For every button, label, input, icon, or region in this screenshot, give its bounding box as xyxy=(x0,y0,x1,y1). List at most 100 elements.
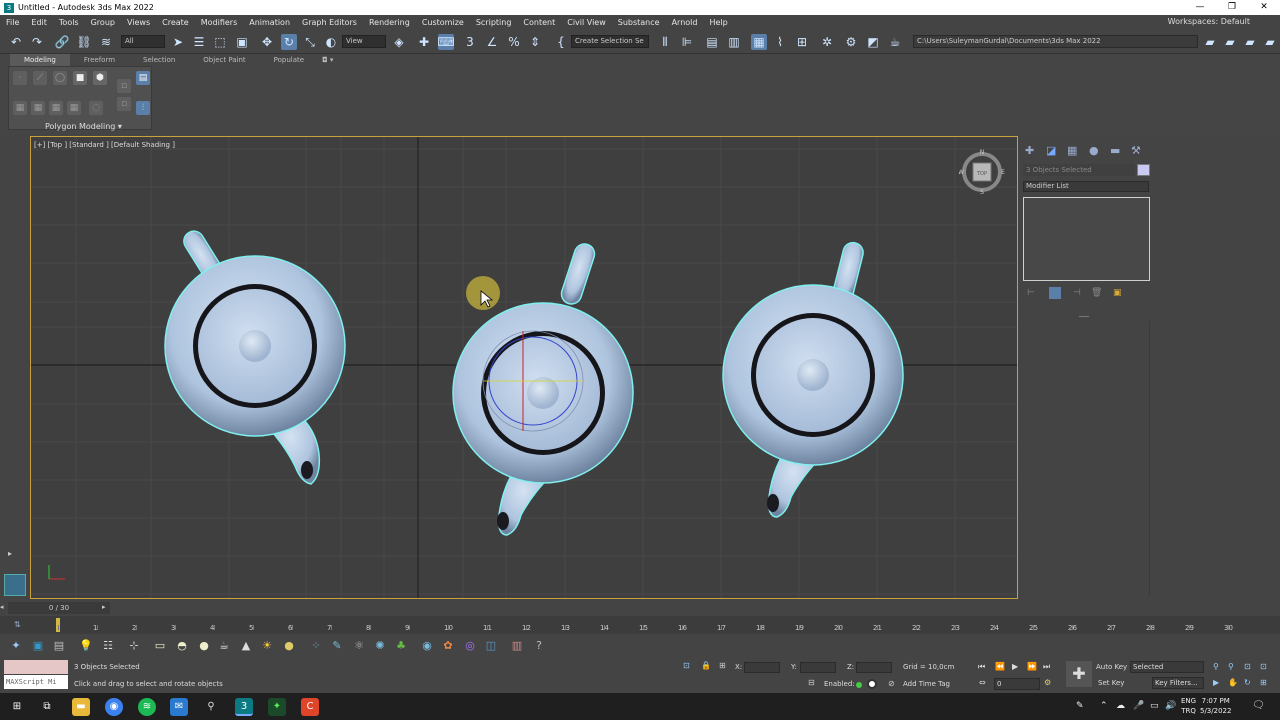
display-panel-icon[interactable]: ▬ xyxy=(1110,144,1120,157)
menu-edit[interactable]: Edit xyxy=(25,18,53,27)
ignore-backfacing-icon[interactable]: ◌ xyxy=(89,101,103,115)
menu-modifiers[interactable]: Modifiers xyxy=(195,18,244,27)
key-filters-button[interactable]: Key Filters... xyxy=(1152,677,1204,689)
snap-toggle-icon[interactable]: 3 xyxy=(462,34,478,50)
maximize-viewport-icon[interactable]: ⊞ xyxy=(1260,678,1267,687)
menu-tools[interactable]: Tools xyxy=(53,18,85,27)
pan-icon[interactable]: ✋ xyxy=(1228,678,1238,687)
scripting-icon[interactable]: ▥ xyxy=(509,638,525,654)
spotify-icon[interactable]: ≋ xyxy=(138,698,156,716)
key-mode-dropdown[interactable]: Selected xyxy=(1130,661,1204,673)
material-editor-icon[interactable]: ✲ xyxy=(819,34,835,50)
menu-file[interactable]: File xyxy=(0,18,25,27)
time-tag-icon[interactable]: ⊘ xyxy=(888,679,895,688)
maximize-button[interactable]: ❐ xyxy=(1216,0,1248,15)
zoom-all-icon[interactable]: ⚲ xyxy=(1228,662,1234,671)
current-frame-field[interactable]: 0 xyxy=(994,678,1040,690)
time-slider[interactable]: 0 / 30 xyxy=(8,602,110,614)
reference-coord-dropdown[interactable]: View xyxy=(342,35,386,48)
tab-object-paint[interactable]: Object Paint xyxy=(189,54,259,66)
polygon-modeling-label[interactable]: Polygon Modeling ▾ xyxy=(45,122,122,131)
tab-selection[interactable]: Selection xyxy=(129,54,189,66)
hierarchy-panel-icon[interactable]: ▦ xyxy=(1067,144,1077,157)
menu-arnold[interactable]: Arnold xyxy=(666,18,704,27)
configure-sets-icon[interactable]: ▣ xyxy=(1113,288,1122,298)
app-red-icon[interactable]: C xyxy=(301,698,319,716)
tab-freeform[interactable]: Freeform xyxy=(70,54,129,66)
edge-mode-icon[interactable]: ⟋ xyxy=(33,71,47,85)
make-unique-icon[interactable]: ⊣ xyxy=(1073,288,1081,298)
maxscript-listener-output[interactable] xyxy=(4,660,68,674)
preview-off-icon[interactable]: ▦ xyxy=(31,101,45,115)
z-coord-field[interactable] xyxy=(856,662,892,673)
element-mode-icon[interactable]: ⬢ xyxy=(93,71,107,85)
vertex-mode-icon[interactable]: · xyxy=(13,71,27,85)
curve-editor-icon[interactable]: ⌇ xyxy=(772,34,788,50)
y-coord-field[interactable] xyxy=(800,662,836,673)
menu-group[interactable]: Group xyxy=(85,18,121,27)
menu-help[interactable]: Help xyxy=(703,18,733,27)
people-icon[interactable]: ✎ xyxy=(1076,701,1084,711)
modifier-stack[interactable] xyxy=(1023,197,1150,281)
pin-stack-icon[interactable]: ⫶ xyxy=(136,101,150,115)
named-selection-icon[interactable]: { xyxy=(553,34,569,50)
lightbulb-icon[interactable]: 💡 xyxy=(78,638,94,654)
modifier-list-dropdown[interactable]: Modifier List xyxy=(1023,181,1149,192)
maps-pin-icon[interactable]: ⚲ xyxy=(202,698,220,716)
move-icon[interactable]: ✥ xyxy=(259,34,275,50)
maxscript-mini-listener[interactable]: MAXScript Mi xyxy=(4,675,68,689)
object-name-field[interactable]: 3 Objects Selected xyxy=(1023,164,1135,176)
windows-start-icon[interactable]: ⊞ xyxy=(8,698,26,716)
open-folder-icon[interactable]: ▰ xyxy=(1242,34,1258,50)
viewcube[interactable]: TOP N S E W xyxy=(958,149,1005,196)
set-key-big-icon[interactable]: ✚ xyxy=(1066,661,1092,687)
select-by-name-icon[interactable]: ☰ xyxy=(191,34,207,50)
file-explorer-icon[interactable]: ▬ xyxy=(72,698,90,716)
render-view-icon[interactable]: ◫ xyxy=(483,638,499,654)
ribbon-options-icon[interactable]: ◘ ▾ xyxy=(318,54,337,66)
project-settings-icon[interactable]: ▰ xyxy=(1262,34,1278,50)
set-key-button[interactable]: Set Key xyxy=(1098,679,1124,687)
time-config-icon[interactable]: ⚙ xyxy=(1044,678,1051,687)
modify-mode-icon[interactable]: ▦ xyxy=(13,101,27,115)
project-path-field[interactable]: C:\Users\SuleymanGurdal\Documents\3ds Ma… xyxy=(913,35,1198,48)
zoom-icon[interactable]: ⚲ xyxy=(1213,662,1219,671)
sphere-light-icon[interactable]: ● xyxy=(281,638,297,654)
use-displacement-icon[interactable]: ▫ xyxy=(117,97,131,111)
photoshop-icon[interactable]: ▣ xyxy=(30,638,46,654)
menu-animation[interactable]: Animation xyxy=(243,18,296,27)
render-setup-icon[interactable]: ⚙ xyxy=(843,34,859,50)
auto-key-button[interactable]: Auto Key xyxy=(1096,663,1127,671)
create-panel-icon[interactable]: ✚ xyxy=(1025,144,1034,157)
pin-stack-icon[interactable]: ⊢ xyxy=(1027,288,1035,298)
preview-sub-icon[interactable]: ▦ xyxy=(49,101,63,115)
layer-explorer-icon[interactable]: ▥ xyxy=(726,34,742,50)
go-to-start-icon[interactable]: ⏮ xyxy=(978,662,985,672)
3ds-max-taskbar-icon[interactable]: 3 xyxy=(235,698,253,716)
isolate-icon[interactable]: ⊡ xyxy=(683,661,690,670)
preview-multi-icon[interactable]: ▦ xyxy=(67,101,81,115)
menu-substance[interactable]: Substance xyxy=(612,18,666,27)
remove-modifier-icon[interactable]: 🗑 xyxy=(1091,288,1102,298)
menu-content[interactable]: Content xyxy=(517,18,561,27)
scene-explorer-icon[interactable]: ▤ xyxy=(704,34,720,50)
next-frame-icon[interactable]: ⏩ xyxy=(1027,662,1037,671)
select-object-icon[interactable]: ➤ xyxy=(170,34,186,50)
key-mode-icon[interactable]: ⇔ xyxy=(979,678,986,687)
schematic-view-icon[interactable]: ⊞ xyxy=(794,34,810,50)
angle-snap-icon[interactable]: ∠ xyxy=(484,34,500,50)
utilities-panel-icon[interactable]: ⚒ xyxy=(1131,144,1141,157)
rect-selection-icon[interactable]: ⬚ xyxy=(212,34,228,50)
scale-icon[interactable]: ⤡ xyxy=(302,34,318,50)
x-coord-field[interactable] xyxy=(744,662,780,673)
keyboard-shortcut-icon[interactable]: ⌨ xyxy=(437,34,455,50)
use-nurms-icon[interactable]: ▫ xyxy=(117,79,131,93)
redo-icon[interactable]: ↷ xyxy=(29,34,45,50)
teapot-icon[interactable]: ☕ xyxy=(216,638,232,654)
object-color-swatch[interactable] xyxy=(1137,164,1150,176)
zoom-extents-icon[interactable]: ⊡ xyxy=(1244,662,1251,671)
go-to-end-icon[interactable]: ⏭ xyxy=(1043,662,1050,672)
mirror-icon[interactable]: ⫴ xyxy=(657,34,673,50)
percent-snap-icon[interactable]: % xyxy=(506,34,522,50)
project-folder-icon[interactable]: ▰ xyxy=(1202,34,1218,50)
